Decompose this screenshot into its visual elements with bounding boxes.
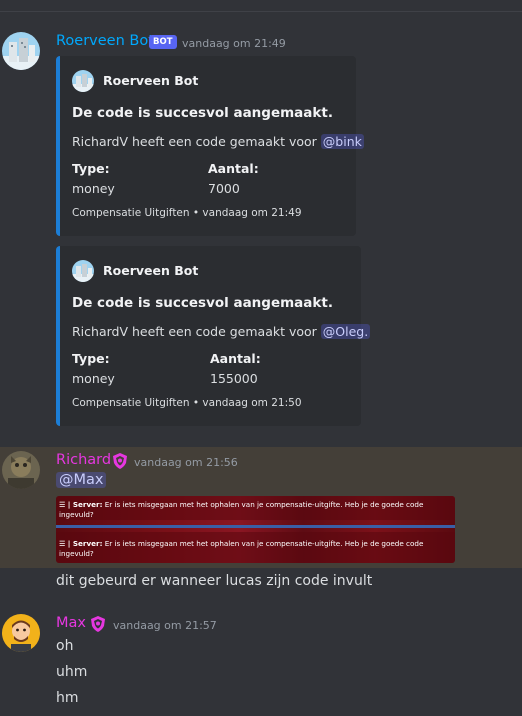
divider [0, 11, 522, 12]
embed-author-icon [72, 70, 94, 92]
message-text: uhm [56, 664, 88, 680]
error-text: Er is iets misgegaan met het ophalen van… [59, 500, 424, 519]
message-text: dit gebeurd er wanneer lucas zijn code i… [56, 573, 373, 589]
embed-field-name: Aantal: [210, 351, 261, 366]
shield-icon [89, 615, 107, 637]
user-mention[interactable]: @bink [320, 134, 364, 149]
embed-field-name: Type: [72, 351, 110, 366]
max-avatar[interactable] [2, 614, 40, 652]
embed-description: RichardV heeft een code gemaakt voor @bi… [72, 134, 364, 149]
embed-field-value: 7000 [208, 181, 240, 196]
user-mention[interactable]: @Max [56, 472, 107, 488]
embed-author-name[interactable]: Roerveen Bot [103, 73, 198, 88]
embed-description-text: RichardV heeft een code gemaakt voor [72, 134, 317, 149]
server-label: | Server: [67, 500, 103, 509]
shield-icon [111, 452, 129, 474]
max-username[interactable]: Max [56, 615, 86, 631]
embed-field-name: Type: [72, 161, 110, 176]
embed-author-icon [72, 260, 94, 282]
error-message-line: ☰ | Server: Er is iets misgegaan met het… [59, 500, 449, 519]
bot-avatar[interactable] [2, 32, 40, 70]
message-timestamp[interactable]: vandaag om 21:57 [113, 619, 217, 632]
embed-card: Roerveen Bot De code is succesvol aangem… [56, 56, 364, 236]
image-attachment[interactable]: ☰ | Server: Er is iets misgegaan met het… [56, 496, 455, 563]
embed-footer: Compensatie Uitgiften • vandaag om 21:49 [72, 207, 302, 219]
list-icon: ☰ [59, 500, 66, 509]
embed-title: De code is succesvol aangemaakt. [72, 105, 333, 121]
embed-description: RichardV heeft een code gemaakt voor @Ol… [72, 324, 371, 339]
embed-field-value: money [72, 371, 115, 386]
message-timestamp[interactable]: vandaag om 21:49 [182, 37, 286, 50]
list-icon: ☰ [59, 539, 66, 548]
richard-avatar[interactable] [2, 451, 40, 489]
message-text: hm [56, 690, 79, 706]
embed-author-name[interactable]: Roerveen Bot [103, 263, 198, 278]
embed-title: De code is succesvol aangemaakt. [72, 295, 333, 311]
message-text: oh [56, 638, 74, 654]
embed-field-name: Aantal: [208, 161, 259, 176]
server-label: | Server: [67, 539, 103, 548]
embed-footer: Compensatie Uitgiften • vandaag om 21:50 [72, 397, 302, 409]
error-text: Er is iets misgegaan met het ophalen van… [59, 539, 424, 558]
bot-badge: BOT [149, 35, 177, 49]
embed-card: Roerveen Bot De code is succesvol aangem… [56, 246, 371, 426]
embed-field-value: 155000 [210, 371, 258, 386]
embed-description-text: RichardV heeft een code gemaakt voor [72, 324, 317, 339]
error-message-line: ☰ | Server: Er is iets misgegaan met het… [59, 539, 449, 558]
user-mention[interactable]: @Oleg. [320, 324, 371, 339]
embed-field-value: money [72, 181, 115, 196]
richard-username[interactable]: Richard [56, 452, 111, 468]
bot-username[interactable]: Roerveen Bot [56, 33, 154, 49]
message-timestamp[interactable]: vandaag om 21:56 [134, 456, 238, 469]
